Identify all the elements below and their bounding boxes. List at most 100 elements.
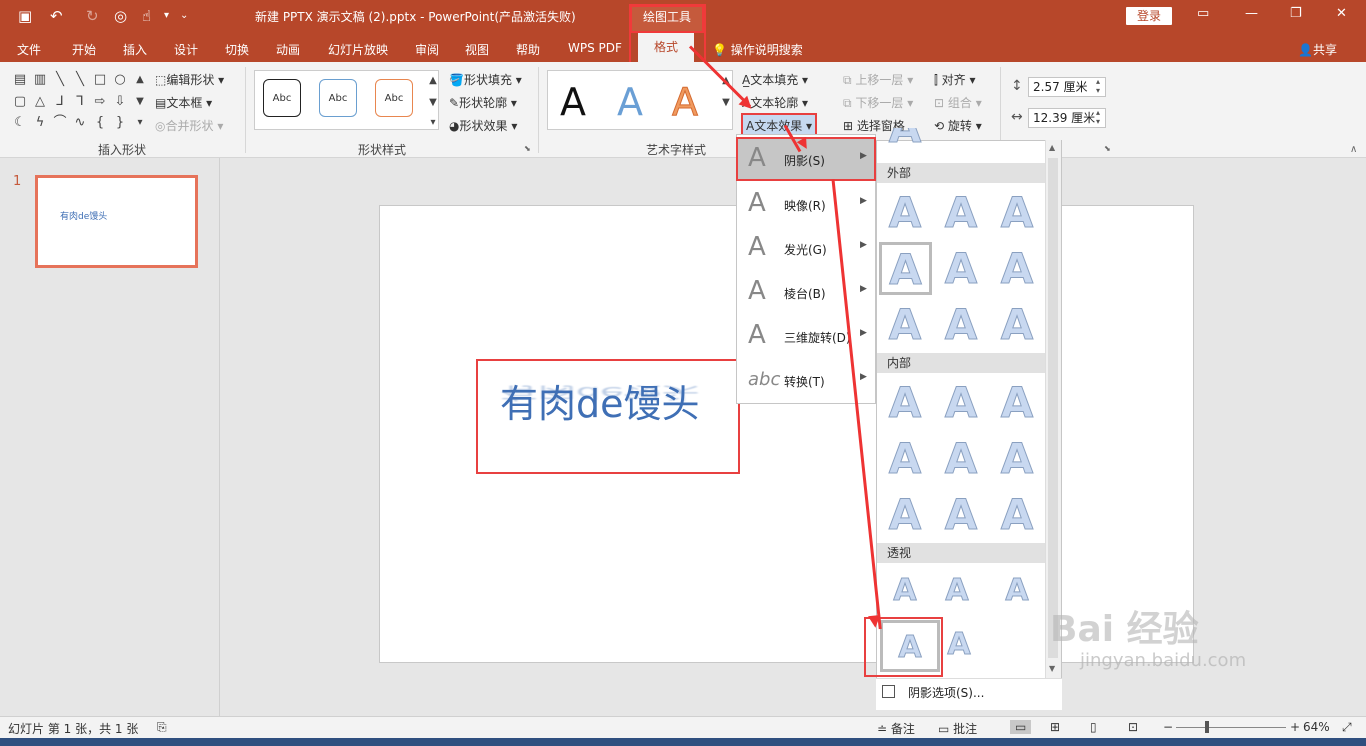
- tab-review[interactable]: 审阅: [415, 41, 439, 58]
- normal-view-icon[interactable]: ▭: [1010, 720, 1032, 734]
- save-icon[interactable]: ▣: [18, 7, 32, 25]
- scroll-up-icon[interactable]: ▲: [1049, 143, 1055, 152]
- gallery-more-icon[interactable]: ▾: [132, 116, 148, 130]
- shadow-inner-4[interactable]: A: [880, 434, 930, 484]
- shape-style-blue[interactable]: Abc: [319, 79, 357, 117]
- shadow-inner-2[interactable]: A: [936, 378, 986, 428]
- text-box-button[interactable]: ▤文本框 ▾: [155, 94, 212, 111]
- bring-forward-button[interactable]: ⧉ 上移一层 ▾: [843, 71, 913, 88]
- shadow-outer-7[interactable]: A: [880, 300, 930, 350]
- width-field[interactable]: 12.39 厘米: [1028, 108, 1106, 128]
- tab-transitions[interactable]: 切换: [225, 41, 249, 58]
- tab-file[interactable]: 文件: [17, 41, 41, 58]
- elbow-arrow-shape-icon[interactable]: ⅂: [72, 95, 88, 109]
- menu-item-3d-rotation[interactable]: A 三维旋转(D) ▶: [736, 316, 876, 356]
- wordart-style-black[interactable]: A: [560, 80, 586, 124]
- shadow-outer-6[interactable]: A: [992, 244, 1042, 294]
- gallery-scroll-thumb[interactable]: [1048, 158, 1058, 658]
- text-fill-button[interactable]: A̲文本填充 ▾: [742, 71, 808, 88]
- menu-item-glow[interactable]: A 发光(G) ▶: [736, 228, 876, 268]
- freeform-shape-icon[interactable]: ☾: [12, 116, 28, 130]
- fit-window-icon[interactable]: ⤢: [1342, 720, 1352, 735]
- shadow-outer-9[interactable]: A: [992, 300, 1042, 350]
- styles-down-icon[interactable]: ▼: [425, 96, 441, 110]
- sorter-view-icon[interactable]: ⊞: [1050, 720, 1060, 734]
- arrow-line-shape-icon[interactable]: ╲: [72, 73, 88, 87]
- zoom-slider[interactable]: [1176, 727, 1286, 728]
- shadow-inner-1[interactable]: A: [880, 378, 930, 428]
- oval-shape-icon[interactable]: ○: [112, 73, 128, 87]
- shadow-outer-1[interactable]: A: [880, 188, 930, 238]
- slideshow-view-icon[interactable]: ⊡: [1128, 720, 1138, 734]
- group-button[interactable]: ⊡ 组合 ▾: [934, 94, 982, 111]
- tab-insert[interactable]: 插入: [123, 41, 147, 58]
- down-arrow-shape-icon[interactable]: ⇩: [112, 95, 128, 109]
- arc-shape-icon[interactable]: ⌒: [52, 116, 68, 130]
- redo-icon[interactable]: ↻: [86, 7, 99, 25]
- tab-help[interactable]: 帮助: [516, 41, 540, 58]
- menu-item-reflection[interactable]: A 映像(R) ▶: [736, 184, 876, 224]
- shadow-perspective-1[interactable]: A: [880, 566, 930, 616]
- shadow-inner-9[interactable]: A: [992, 490, 1042, 540]
- shadow-perspective-2[interactable]: A: [932, 566, 982, 616]
- line-shape-icon[interactable]: ╲: [52, 73, 68, 87]
- width-spinner-icon[interactable]: ▴ ▾: [1096, 108, 1100, 126]
- edit-shape-button[interactable]: ⬚编辑形状 ▾: [155, 71, 224, 88]
- shape-outline-button[interactable]: ✎形状轮廓 ▾: [449, 94, 517, 111]
- share-button[interactable]: 👤共享: [1298, 41, 1337, 58]
- tell-me-search[interactable]: 💡 操作说明搜索: [712, 41, 803, 58]
- rounded-rect-shape-icon[interactable]: ▢: [12, 95, 28, 109]
- chevron-down-icon[interactable]: ▾: [164, 10, 169, 21]
- shadow-outer-8[interactable]: A: [936, 300, 986, 350]
- gallery-down-icon[interactable]: ▼: [132, 95, 148, 109]
- shape-effects-button[interactable]: ◕形状效果 ▾: [449, 117, 517, 134]
- rectangle-shape-icon[interactable]: □: [92, 73, 108, 87]
- tab-design[interactable]: 设计: [174, 41, 198, 58]
- comments-button[interactable]: ▭ 批注: [938, 720, 977, 737]
- shadow-perspective-3[interactable]: A: [992, 566, 1042, 616]
- shadow-options-checkbox[interactable]: [882, 685, 895, 698]
- send-backward-button[interactable]: ⧉ 下移一层 ▾: [843, 94, 913, 111]
- brace-right-shape-icon[interactable]: }: [112, 116, 128, 130]
- shadow-outer-3[interactable]: A: [992, 188, 1042, 238]
- curve-shape-icon[interactable]: ∿: [72, 116, 88, 130]
- gallery-up-icon[interactable]: ▲: [132, 73, 148, 87]
- scribble-shape-icon[interactable]: ϟ: [32, 116, 48, 130]
- reading-view-icon[interactable]: ▯: [1090, 720, 1097, 734]
- wordart-down-icon[interactable]: ▼: [718, 96, 734, 110]
- shape-fill-button[interactable]: 🪣形状填充 ▾: [449, 71, 522, 88]
- notes-button[interactable]: ≐ 备注: [877, 720, 915, 737]
- align-button[interactable]: ⫿ 对齐 ▾: [934, 71, 976, 88]
- styles-up-icon[interactable]: ▲: [425, 74, 441, 88]
- touch-mode-icon[interactable]: ☝: [142, 7, 151, 25]
- merge-shapes-button[interactable]: ◎合并形状 ▾: [155, 117, 223, 134]
- tab-animations[interactable]: 动画: [276, 41, 300, 58]
- close-icon[interactable]: ✕: [1336, 6, 1347, 21]
- tab-home[interactable]: 开始: [72, 41, 96, 58]
- shadow-outer-4[interactable]: A: [879, 242, 932, 295]
- size-dialog-launcher-icon[interactable]: ⬊: [1104, 144, 1111, 153]
- height-spinner-icon[interactable]: ▴ ▾: [1096, 77, 1100, 95]
- shadow-outer-5[interactable]: A: [936, 244, 986, 294]
- wordart-style-orange[interactable]: A: [672, 80, 699, 125]
- menu-item-bevel[interactable]: A 棱台(B) ▶: [736, 272, 876, 312]
- shadow-outer-2[interactable]: A: [936, 188, 986, 238]
- shadow-inner-3[interactable]: A: [992, 378, 1042, 428]
- minimize-icon[interactable]: —: [1245, 6, 1258, 21]
- shape-style-black[interactable]: Abc: [263, 79, 301, 117]
- restore-icon[interactable]: ❐: [1290, 6, 1302, 21]
- tab-format[interactable]: 格式: [638, 33, 694, 62]
- dialog-launcher-icon[interactable]: ⬊: [524, 144, 531, 153]
- height-field[interactable]: 2.57 厘米: [1028, 77, 1106, 97]
- present-icon[interactable]: ◎: [114, 7, 127, 25]
- textbox-shape-icon[interactable]: ▤: [12, 73, 28, 87]
- zoom-slider-thumb[interactable]: [1205, 721, 1209, 733]
- shadow-inner-6[interactable]: A: [992, 434, 1042, 484]
- customize-icon[interactable]: ⌄: [180, 10, 188, 21]
- styles-more-icon[interactable]: ▾: [425, 116, 441, 130]
- vtextbox-shape-icon[interactable]: ▥: [32, 73, 48, 87]
- triangle-shape-icon[interactable]: △: [32, 95, 48, 109]
- spellcheck-icon[interactable]: ⎘: [157, 720, 167, 735]
- undo-icon[interactable]: ↶: [50, 7, 63, 25]
- ribbon-display-icon[interactable]: ▭: [1197, 6, 1209, 21]
